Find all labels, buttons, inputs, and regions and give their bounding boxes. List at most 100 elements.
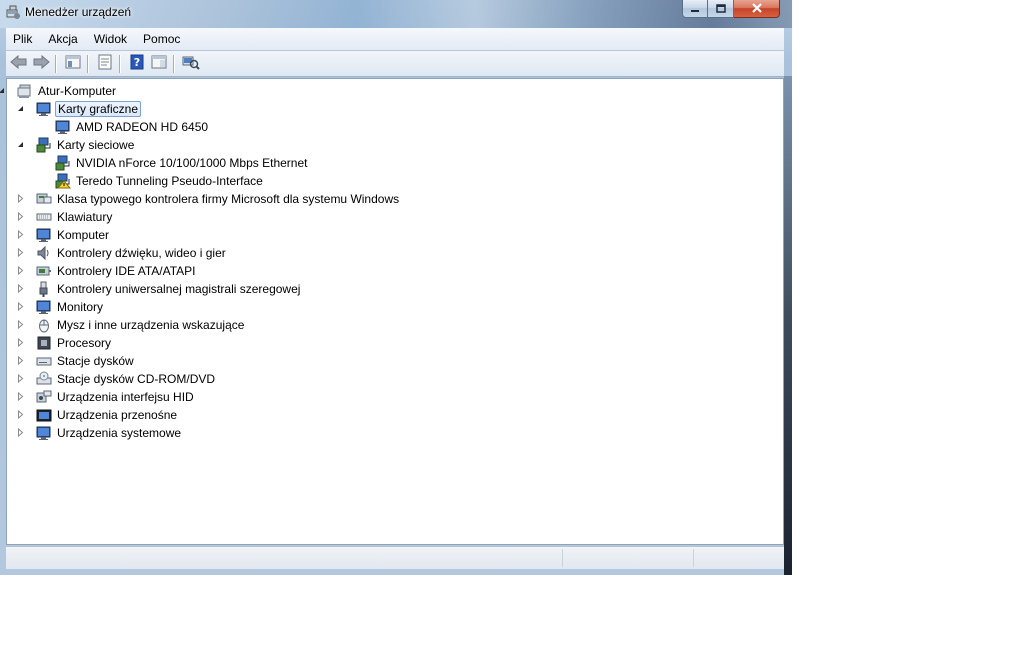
tree-item-label: Stacje dysków xyxy=(57,354,134,368)
console-tree-button[interactable] xyxy=(63,54,83,74)
scan-hardware-button[interactable] xyxy=(181,54,201,74)
expand-arrow-icon[interactable] xyxy=(16,392,25,401)
tree-item-label: Klawiatury xyxy=(57,210,113,224)
action-pane-button[interactable] xyxy=(149,54,169,74)
status-bar xyxy=(6,546,784,569)
expand-arrow-icon[interactable] xyxy=(16,428,25,437)
properties-icon xyxy=(98,54,112,73)
tree-category[interactable]: Stacje dysków CD-ROM/DVD xyxy=(7,370,783,388)
tree-category[interactable]: Klasa typowego kontrolera firmy Microsof… xyxy=(7,190,783,208)
device-manager-icon xyxy=(5,4,21,20)
back-button[interactable] xyxy=(9,54,29,74)
tree-root-computer[interactable]: Atur-Komputer xyxy=(0,82,783,100)
menu-action[interactable]: Akcja xyxy=(40,29,85,49)
tree-item-label: Procesory xyxy=(57,336,112,350)
help-icon: ? xyxy=(130,54,144,73)
minimize-icon xyxy=(690,2,700,16)
show-hide-console-tree-icon xyxy=(65,55,81,72)
window-shadow-edge xyxy=(784,76,792,575)
tree-item-label: Urządzenia interfejsu HID xyxy=(57,390,194,404)
expand-arrow-icon[interactable] xyxy=(16,212,25,221)
display-adapter-icon xyxy=(36,101,52,117)
tree-item-label: Kontrolery dźwięku, wideo i gier xyxy=(57,246,226,260)
expand-arrow-icon[interactable] xyxy=(16,338,25,347)
expand-arrow-icon[interactable] xyxy=(16,194,25,203)
tree-device[interactable]: Teredo Tunneling Pseudo-Interface xyxy=(7,172,783,190)
tree-item-label: Urządzenia przenośne xyxy=(57,408,178,422)
network-adapter-icon xyxy=(36,137,52,153)
disk-drive-icon xyxy=(36,353,52,369)
toolbar-separator xyxy=(55,54,57,73)
collapse-arrow-icon[interactable] xyxy=(16,104,25,113)
caption-buttons xyxy=(682,0,780,19)
tree-category[interactable]: Procesory xyxy=(7,334,783,352)
device-manager-window: Menedżer urządzeń Plik Akcja Widok Pomoc xyxy=(0,0,792,575)
menu-help[interactable]: Pomoc xyxy=(135,29,188,49)
tree-category[interactable]: Kontrolery dźwięku, wideo i gier xyxy=(7,244,783,262)
display-adapter-icon xyxy=(55,119,71,135)
expand-arrow-icon[interactable] xyxy=(16,302,25,311)
expand-arrow-icon[interactable] xyxy=(16,374,25,383)
close-button[interactable] xyxy=(734,0,780,18)
tree-category[interactable]: Kontrolery uniwersalnej magistrali szere… xyxy=(7,280,783,298)
tree-category[interactable]: Monitory xyxy=(7,298,783,316)
tree-category[interactable]: Klawiatury xyxy=(7,208,783,226)
expand-arrow-icon[interactable] xyxy=(16,356,25,365)
tree-item-label: Kontrolery IDE ATA/ATAPI xyxy=(57,264,196,278)
dvd-drive-icon xyxy=(36,371,52,387)
processor-icon xyxy=(36,335,52,351)
portable-device-icon xyxy=(36,407,52,423)
tree-category[interactable]: Urządzenia przenośne xyxy=(7,406,783,424)
expand-arrow-icon[interactable] xyxy=(16,266,25,275)
tree-category[interactable]: Mysz i inne urządzenia wskazujące xyxy=(7,316,783,334)
expand-arrow-icon[interactable] xyxy=(16,248,25,257)
toolbar: ? xyxy=(6,51,784,77)
help-button[interactable]: ? xyxy=(127,54,147,74)
computer-icon xyxy=(36,227,52,243)
tree-item-label: Komputer xyxy=(57,228,110,242)
collapse-arrow-icon[interactable] xyxy=(16,140,25,149)
expand-arrow-icon[interactable] xyxy=(16,284,25,293)
tree-category[interactable]: Stacje dysków xyxy=(7,352,783,370)
hid-device-icon xyxy=(36,389,52,405)
network-adapter-icon xyxy=(55,155,71,171)
tree-item-label: Kontrolery uniwersalnej magistrali szere… xyxy=(57,282,301,296)
maximize-button[interactable] xyxy=(708,0,734,18)
properties-button[interactable] xyxy=(95,54,115,74)
action-pane-icon xyxy=(151,55,167,72)
tree-device[interactable]: AMD RADEON HD 6450 xyxy=(7,118,783,136)
usb-plug-icon xyxy=(36,281,52,297)
minimize-button[interactable] xyxy=(682,0,708,18)
collapse-arrow-icon[interactable] xyxy=(0,86,6,95)
tree-item-label: Monitory xyxy=(57,300,104,314)
tree-item-label: Mysz i inne urządzenia wskazujące xyxy=(57,318,245,332)
expand-arrow-icon[interactable] xyxy=(16,320,25,329)
tree-item-label: Karty graficzne xyxy=(55,101,142,117)
tree-category[interactable]: Kontrolery IDE ATA/ATAPI xyxy=(7,262,783,280)
tree-category[interactable]: Karty sieciowe xyxy=(7,136,783,154)
scan-hardware-icon xyxy=(182,54,200,73)
tree-item-label: AMD RADEON HD 6450 xyxy=(76,120,209,134)
ide-controller-icon xyxy=(36,263,52,279)
toolbar-separator xyxy=(87,54,89,73)
usb-controller-class-icon xyxy=(36,191,52,207)
keyboard-icon xyxy=(36,209,52,225)
monitor-icon xyxy=(36,299,52,315)
tree-device[interactable]: NVIDIA nForce 10/100/1000 Mbps Ethernet xyxy=(7,154,783,172)
menu-view[interactable]: Widok xyxy=(86,29,135,49)
menu-bar: Plik Akcja Widok Pomoc xyxy=(6,28,784,51)
status-pane-2 xyxy=(563,549,694,567)
tree-category[interactable]: Urządzenia systemowe xyxy=(7,424,783,442)
tree-category[interactable]: Urządzenia interfejsu HID xyxy=(7,388,783,406)
expand-arrow-icon[interactable] xyxy=(16,230,25,239)
expand-arrow-icon[interactable] xyxy=(16,410,25,419)
tree-category[interactable]: Komputer xyxy=(7,226,783,244)
device-tree-pane[interactable]: Atur-Komputer Karty graficzne AMD RADEON H… xyxy=(0,78,784,545)
tree-category[interactable]: Karty graficzne xyxy=(7,100,783,118)
back-arrow-icon xyxy=(10,54,28,72)
forward-button[interactable] xyxy=(31,54,51,74)
title-bar[interactable]: Menedżer urządzeń xyxy=(0,0,792,26)
status-pane-main xyxy=(6,549,563,567)
mouse-icon xyxy=(36,317,52,333)
menu-file[interactable]: Plik xyxy=(6,29,40,49)
